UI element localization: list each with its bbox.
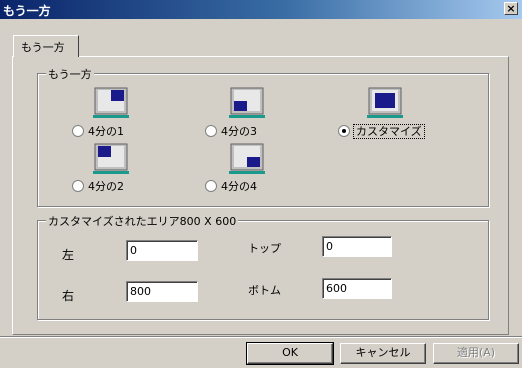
bottom-label: ボトム	[248, 284, 281, 297]
custom-area-legend: カスタマイズされたエリア800 X 600	[46, 213, 239, 229]
radio-label: 4分の3	[221, 125, 257, 138]
left-label: 左	[62, 248, 75, 262]
close-icon: ×	[506, 2, 516, 15]
layout-group-legend: もう一方	[46, 66, 94, 82]
radio-label: カスタマイズ	[353, 124, 425, 139]
cancel-button[interactable]: キャンセル	[340, 343, 426, 364]
tab-label: もう一方	[21, 41, 65, 54]
monitor-top-right-quarter-icon	[92, 87, 130, 123]
window-title: もう一方	[3, 4, 51, 18]
radio-button[interactable]	[338, 125, 350, 137]
left-input[interactable]	[126, 240, 198, 261]
radio-button[interactable]	[72, 180, 84, 192]
ok-button[interactable]: OK	[246, 342, 334, 365]
monitor-top-left-quarter-icon	[92, 143, 130, 179]
title-bar: もう一方 ×	[0, 0, 522, 19]
right-label: 右	[62, 289, 75, 303]
radio-button[interactable]	[205, 125, 217, 137]
monitor-bottom-right-quarter-icon	[228, 143, 266, 179]
tab-other[interactable]: もう一方	[13, 35, 79, 57]
radio-label: 4分の2	[88, 180, 124, 193]
radio-label: 4分の1	[88, 125, 124, 138]
radio-option-quarter-1[interactable]: 4分の1	[72, 123, 124, 138]
bottom-input[interactable]	[322, 278, 392, 299]
custom-area-group: カスタマイズされたエリア800 X 600	[37, 213, 489, 320]
radio-option-quarter-3[interactable]: 4分の3	[205, 123, 257, 138]
apply-button[interactable]: 適用(A)	[433, 343, 519, 364]
close-button[interactable]: ×	[504, 2, 518, 15]
top-input[interactable]	[322, 236, 392, 257]
right-input[interactable]	[126, 281, 198, 302]
monitor-custom-area-icon	[366, 87, 404, 123]
radio-option-quarter-2[interactable]: 4分の2	[72, 178, 124, 193]
radio-button[interactable]	[205, 180, 217, 192]
radio-option-custom[interactable]: カスタマイズ	[338, 123, 425, 139]
footer-separator	[0, 336, 522, 338]
radio-button[interactable]	[72, 125, 84, 137]
top-label: トップ	[248, 242, 281, 255]
monitor-bottom-left-quarter-icon	[228, 87, 266, 123]
radio-option-quarter-4[interactable]: 4分の4	[205, 178, 257, 193]
radio-label: 4分の4	[221, 180, 257, 193]
